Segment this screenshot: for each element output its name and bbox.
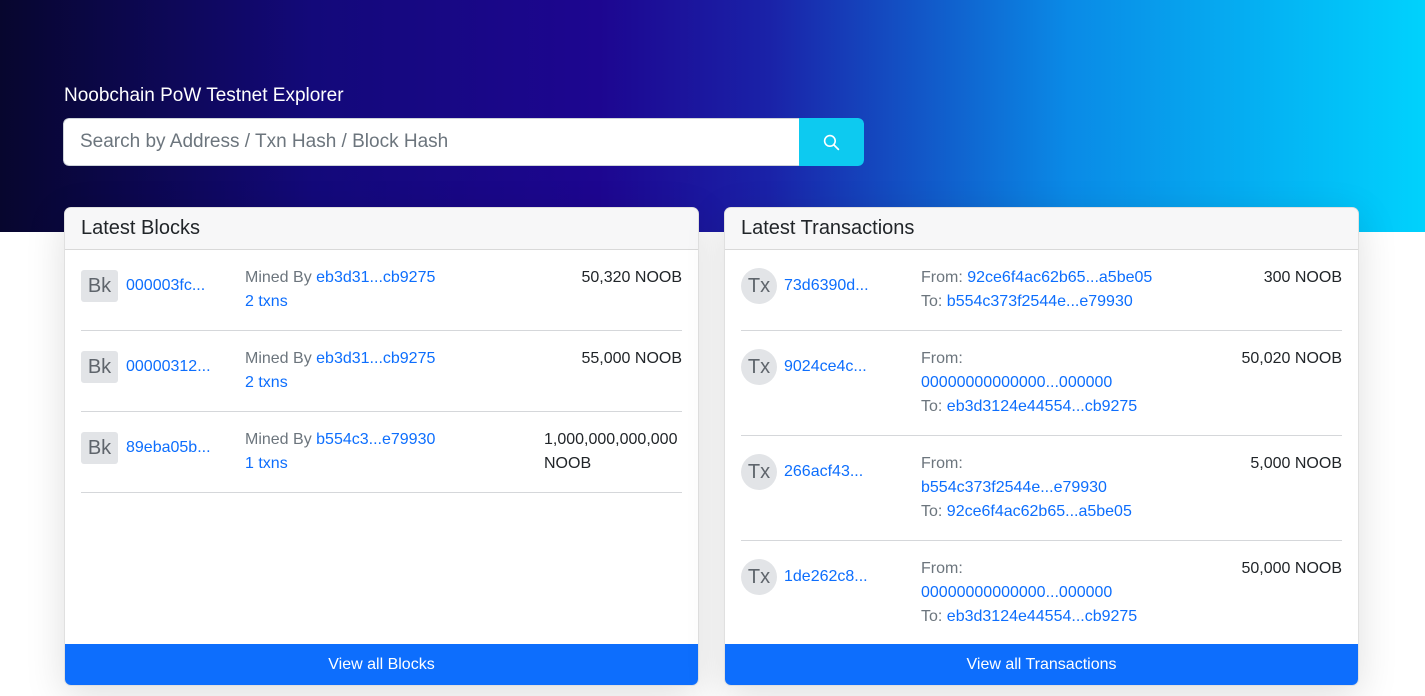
page-title: Noobchain PoW Testnet Explorer xyxy=(64,85,344,106)
tx-amount: 300 NOOB xyxy=(1263,269,1342,286)
tx-addresses: From: 92ce6f4ac62b65...a5be05 To: b554c3… xyxy=(921,266,1152,314)
tx-amount: 50,000 NOOB xyxy=(1241,560,1343,577)
latest-blocks-card: Latest Blocks Bk 000003fc... Mined By eb… xyxy=(64,207,699,686)
to-address-link[interactable]: eb3d3124e44554...cb9275 xyxy=(947,398,1137,415)
view-all-blocks-button[interactable]: View all Blocks xyxy=(65,644,698,685)
mined-by-label: Mined By xyxy=(245,269,312,286)
from-label: From: xyxy=(921,560,963,577)
latest-transactions-card: Latest Transactions Tx 73d6390d... From:… xyxy=(724,207,1359,686)
block-row: Bk 00000312... Mined By eb3d31...cb9275 … xyxy=(81,331,682,412)
tx-amount: 50,020 NOOB xyxy=(1241,350,1343,367)
search-input[interactable] xyxy=(63,118,799,166)
tx-addresses: From: 00000000000000...000000 To: eb3d31… xyxy=(921,557,1137,629)
from-address-link[interactable]: 00000000000000...000000 xyxy=(921,584,1112,601)
block-row: Bk 89eba05b... Mined By b554c3...e79930 … xyxy=(81,412,682,493)
transaction-row: Tx 1de262c8... From: 00000000000000...00… xyxy=(741,541,1342,644)
transactions-list: Tx 73d6390d... From: 92ce6f4ac62b65...a5… xyxy=(741,250,1342,644)
block-txns-link[interactable]: 2 txns xyxy=(245,293,288,310)
tx-hash-link[interactable]: 1de262c8... xyxy=(784,565,868,589)
to-address-link[interactable]: b554c373f2544e...e79930 xyxy=(947,293,1133,310)
transaction-icon: Tx xyxy=(741,454,777,490)
transaction-row: Tx 73d6390d... From: 92ce6f4ac62b65...a5… xyxy=(741,250,1342,331)
hero-banner: Noobchain PoW Testnet Explorer xyxy=(0,0,1425,232)
block-reward: 1,000,000,000,000 NOOB xyxy=(544,431,678,472)
block-reward: 50,320 NOOB xyxy=(581,269,683,286)
from-address-link[interactable]: 00000000000000...000000 xyxy=(921,374,1112,391)
block-icon: Bk xyxy=(81,351,118,383)
search-bar xyxy=(63,118,864,166)
block-icon: Bk xyxy=(81,270,118,302)
mined-by-label: Mined By xyxy=(245,350,312,367)
transaction-row: Tx 266acf43... From: b554c373f2544e...e7… xyxy=(741,436,1342,541)
block-hash-link[interactable]: 89eba05b... xyxy=(126,436,211,460)
to-label: To: xyxy=(921,293,943,310)
block-miner-info: Mined By eb3d31...cb9275 2 txns xyxy=(245,347,435,395)
from-label: From: xyxy=(921,350,963,367)
block-reward: 55,000 NOOB xyxy=(581,350,683,367)
to-label: To: xyxy=(921,503,943,520)
tx-addresses: From: 00000000000000...000000 To: eb3d31… xyxy=(921,347,1137,419)
to-label: To: xyxy=(921,608,943,625)
to-address-link[interactable]: 92ce6f4ac62b65...a5be05 xyxy=(947,503,1132,520)
block-row: Bk 000003fc... Mined By eb3d31...cb9275 … xyxy=(81,250,682,331)
mined-by-label: Mined By xyxy=(245,431,312,448)
to-label: To: xyxy=(921,398,943,415)
block-icon: Bk xyxy=(81,432,118,464)
miner-address-link[interactable]: eb3d31...cb9275 xyxy=(316,269,435,286)
to-address-link[interactable]: eb3d3124e44554...cb9275 xyxy=(947,608,1137,625)
transaction-row: Tx 9024ce4c... From: 00000000000000...00… xyxy=(741,331,1342,436)
view-all-transactions-button[interactable]: View all Transactions xyxy=(725,644,1358,685)
miner-address-link[interactable]: b554c3...e79930 xyxy=(316,431,435,448)
tx-hash-link[interactable]: 73d6390d... xyxy=(784,274,869,298)
block-txns-link[interactable]: 2 txns xyxy=(245,374,288,391)
search-button[interactable] xyxy=(799,118,864,166)
block-txns-link[interactable]: 1 txns xyxy=(245,455,288,472)
transaction-icon: Tx xyxy=(741,559,777,595)
latest-blocks-title: Latest Blocks xyxy=(65,208,698,250)
blocks-list: Bk 000003fc... Mined By eb3d31...cb9275 … xyxy=(81,250,682,644)
search-icon xyxy=(823,134,840,150)
tx-hash-link[interactable]: 9024ce4c... xyxy=(784,355,867,379)
miner-address-link[interactable]: eb3d31...cb9275 xyxy=(316,350,435,367)
block-hash-link[interactable]: 000003fc... xyxy=(126,274,205,298)
latest-transactions-title: Latest Transactions xyxy=(725,208,1358,250)
tx-amount: 5,000 NOOB xyxy=(1250,455,1342,472)
transaction-icon: Tx xyxy=(741,268,777,304)
tx-hash-link[interactable]: 266acf43... xyxy=(784,460,863,484)
from-label: From: xyxy=(921,455,963,472)
tx-addresses: From: b554c373f2544e...e79930 To: 92ce6f… xyxy=(921,452,1132,524)
transaction-icon: Tx xyxy=(741,349,777,385)
block-hash-link[interactable]: 00000312... xyxy=(126,355,211,379)
from-address-link[interactable]: b554c373f2544e...e79930 xyxy=(921,479,1107,496)
from-address-link[interactable]: 92ce6f4ac62b65...a5be05 xyxy=(967,269,1152,286)
block-miner-info: Mined By eb3d31...cb9275 2 txns xyxy=(245,266,435,314)
from-label: From: xyxy=(921,269,963,286)
block-miner-info: Mined By b554c3...e79930 1 txns xyxy=(245,428,435,476)
